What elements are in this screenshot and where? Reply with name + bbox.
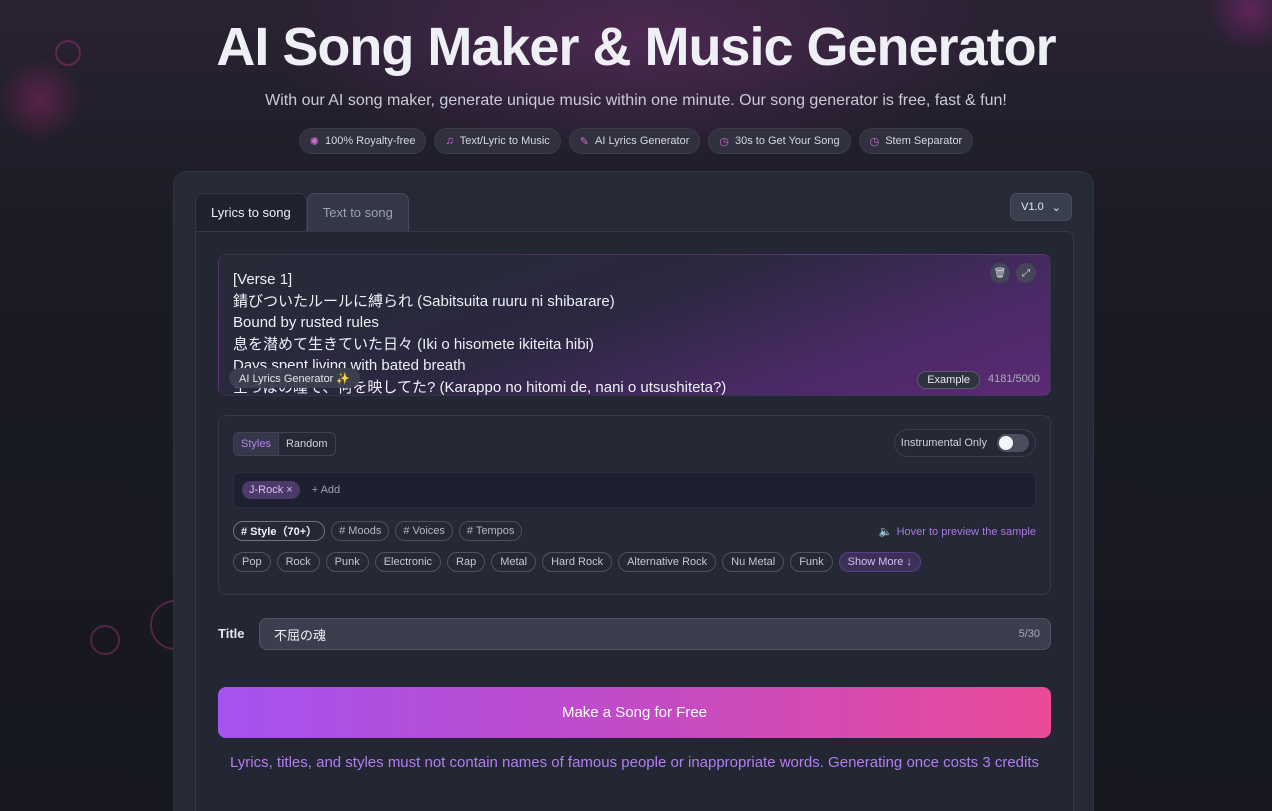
instrumental-toggle[interactable] bbox=[997, 434, 1029, 452]
version-select[interactable]: V1.0 ⌄ bbox=[1010, 193, 1072, 221]
random-mode-button[interactable]: Random bbox=[277, 433, 335, 455]
trash-icon[interactable]: 🗑 bbox=[990, 263, 1010, 283]
style-chip[interactable]: Alternative Rock bbox=[618, 552, 717, 572]
badge-stem-separator[interactable]: ◷ Stem Separator bbox=[858, 128, 974, 154]
style-categories: # Style（70+） # Moods # Voices # Tempos bbox=[233, 521, 523, 541]
badge-text-to-music[interactable]: ♫ Text/Lyric to Music bbox=[434, 128, 561, 154]
title-row: Title 不屈の魂 5/30 bbox=[218, 618, 1051, 650]
decorative-ring bbox=[90, 625, 120, 655]
style-chip[interactable]: Punk bbox=[325, 552, 369, 572]
lyrics-tools: 🗑 ⤢ bbox=[990, 263, 1036, 283]
category-voices[interactable]: # Voices bbox=[395, 521, 453, 541]
title-char-count: 5/30 bbox=[1018, 628, 1040, 640]
stopwatch-icon: ◷ bbox=[719, 135, 729, 148]
style-chip[interactable]: Hard Rock bbox=[542, 552, 613, 572]
page-title: AI Song Maker & Music Generator bbox=[216, 17, 1056, 77]
example-button[interactable]: Example bbox=[917, 371, 980, 389]
badge-30s[interactable]: ◷ 30s to Get Your Song bbox=[708, 128, 851, 154]
category-tempos[interactable]: # Tempos bbox=[458, 521, 523, 541]
style-chip[interactable]: Rock bbox=[276, 552, 320, 572]
tab-text-to-song[interactable]: Text to song bbox=[306, 193, 409, 231]
make-song-button[interactable]: Make a Song for Free bbox=[218, 687, 1051, 738]
badge-label: Text/Lyric to Music bbox=[459, 135, 550, 147]
title-label: Title bbox=[218, 626, 245, 641]
badge-label: 100% Royalty-free bbox=[324, 135, 416, 147]
badge-label: Stem Separator bbox=[885, 135, 963, 147]
style-chip[interactable]: Funk bbox=[790, 552, 833, 572]
style-chip[interactable]: Nu Metal bbox=[722, 552, 785, 572]
styles-section: Styles Random Instrumental Only J-Rock ×… bbox=[218, 415, 1051, 595]
pen-icon: ✎ bbox=[579, 135, 590, 148]
tab-panel: [Verse 1] 錆びついたルールに縛られ (Sabitsuita ruuru… bbox=[195, 231, 1074, 811]
lyrics-char-count: 4181/5000 bbox=[988, 373, 1040, 385]
preview-hint: 🔈 Hover to preview the sample bbox=[878, 525, 1036, 539]
category-moods[interactable]: # Moods bbox=[331, 521, 390, 541]
styles-mode-button[interactable]: Styles bbox=[234, 433, 278, 455]
generator-card: Lyrics to song Text to song V1.0 ⌄ [Vers… bbox=[173, 171, 1094, 811]
credits-notice: Lyrics, titles, and styles must not cont… bbox=[229, 754, 1040, 771]
preview-hint-text: Hover to preview the sample bbox=[896, 525, 1036, 538]
instrumental-only-control: Instrumental Only bbox=[893, 429, 1036, 457]
style-chip[interactable]: Rap bbox=[447, 552, 486, 572]
sparkle-icon: ✺ bbox=[309, 135, 319, 148]
expand-icon[interactable]: ⤢ bbox=[1016, 263, 1036, 283]
style-chip[interactable]: Electronic bbox=[374, 552, 442, 572]
version-label: V1.0 bbox=[1021, 201, 1044, 213]
mode-tabs: Lyrics to song Text to song bbox=[195, 193, 409, 231]
stopwatch-icon: ◷ bbox=[869, 135, 880, 148]
instrumental-label: Instrumental Only bbox=[900, 437, 987, 449]
show-more-button[interactable]: Show More ↓ bbox=[838, 552, 921, 572]
category-style[interactable]: # Style（70+） bbox=[233, 521, 326, 541]
chevron-down-icon: ⌄ bbox=[1051, 201, 1061, 214]
feature-badges: ✺ 100% Royalty-free ♫ Text/Lyric to Musi… bbox=[0, 128, 1272, 154]
tab-lyrics-to-song[interactable]: Lyrics to song bbox=[195, 193, 307, 231]
style-chip[interactable]: Metal bbox=[491, 552, 537, 572]
music-note-icon: ♫ bbox=[445, 135, 454, 147]
speaker-icon: 🔈 bbox=[878, 526, 893, 538]
selected-style-tag[interactable]: J-Rock × bbox=[242, 481, 300, 499]
badge-royalty-free[interactable]: ✺ 100% Royalty-free bbox=[298, 128, 427, 154]
style-chip[interactable]: Pop bbox=[233, 552, 271, 572]
badge-label: 30s to Get Your Song bbox=[734, 135, 840, 147]
add-tag-input[interactable]: + Add bbox=[312, 484, 340, 496]
badge-label: AI Lyrics Generator bbox=[595, 135, 690, 147]
style-chips: Pop Rock Punk Electronic Rap Metal Hard … bbox=[233, 552, 921, 572]
page-subtitle: With our AI song maker, generate unique … bbox=[265, 92, 1007, 109]
title-input[interactable]: 不屈の魂 5/30 bbox=[259, 618, 1051, 650]
ai-lyrics-generator-button[interactable]: AI Lyrics Generator ✨ bbox=[229, 368, 361, 388]
style-tags-input[interactable]: J-Rock × + Add bbox=[233, 472, 1036, 508]
badge-ai-lyrics[interactable]: ✎ AI Lyrics Generator bbox=[568, 128, 701, 154]
style-mode-switch: Styles Random bbox=[233, 432, 336, 456]
lyrics-textarea[interactable]: [Verse 1] 錆びついたルールに縛られ (Sabitsuita ruuru… bbox=[218, 254, 1051, 396]
title-value: 不屈の魂 bbox=[274, 627, 327, 643]
